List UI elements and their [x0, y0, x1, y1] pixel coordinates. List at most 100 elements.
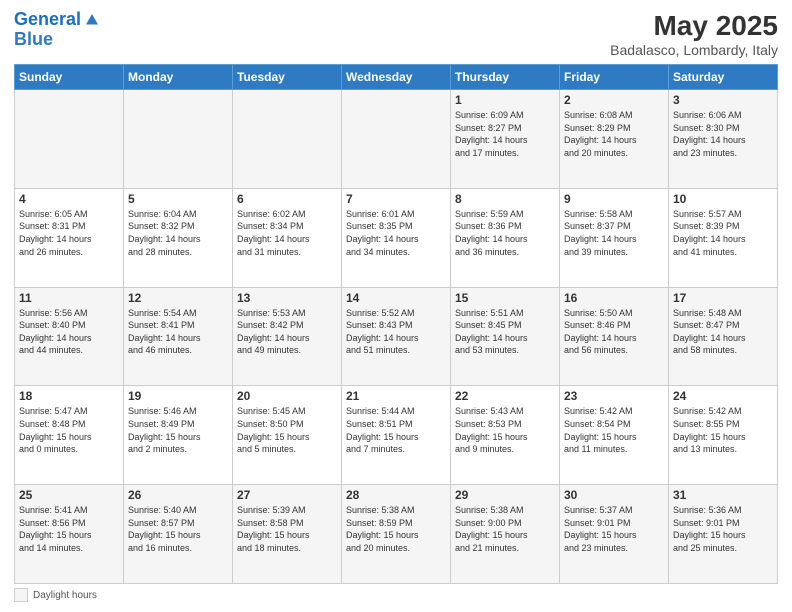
- day-cell-11: 11Sunrise: 5:56 AM Sunset: 8:40 PM Dayli…: [15, 287, 124, 386]
- day-number: 25: [19, 488, 119, 502]
- weekday-header-saturday: Saturday: [669, 65, 778, 90]
- week-row-5: 25 Sunrise: 5:41 AM Sunset: 8:56 PM Dayli…: [15, 485, 778, 584]
- day-info: Sunrise: 5:59 AM Sunset: 8:36 PM Dayligh…: [455, 208, 555, 258]
- day-number: 23: [564, 389, 664, 403]
- day-info: Sunrise: 5:36 AM Sunset: 9:01 PM Dayligh…: [673, 504, 773, 554]
- day-cell-14: 14Sunrise: 5:52 AM Sunset: 8:43 PM Dayli…: [342, 287, 451, 386]
- day-cell-22: 22Sunrise: 5:43 AM Sunset: 8:53 PM Dayli…: [451, 386, 560, 485]
- title-block: May 2025 Badalasco, Lombardy, Italy: [610, 10, 778, 58]
- day-cell-16: 16Sunrise: 5:50 AM Sunset: 8:46 PM Dayli…: [560, 287, 669, 386]
- day-cell-17: 17 Sunrise: 5:48 AM Sunset: 8:47 PM Dayli…: [669, 287, 778, 386]
- header: General Blue May 2025 Badalasco, Lombard…: [14, 10, 778, 58]
- legend: Daylight hours: [14, 588, 778, 602]
- month-title: May 2025: [610, 10, 778, 42]
- day-number: 27: [237, 488, 337, 502]
- day-number: 22: [455, 389, 555, 403]
- day-number: 19: [128, 389, 228, 403]
- weekday-header-wednesday: Wednesday: [342, 65, 451, 90]
- week-row-3: 11Sunrise: 5:56 AM Sunset: 8:40 PM Dayli…: [15, 287, 778, 386]
- day-info: Sunrise: 5:54 AM Sunset: 8:41 PM Dayligh…: [128, 307, 228, 357]
- weekday-header-tuesday: Tuesday: [233, 65, 342, 90]
- day-cell-5: 5 Sunrise: 6:04 AM Sunset: 8:32 PM Daylig…: [124, 188, 233, 287]
- day-cell-15: 15Sunrise: 5:51 AM Sunset: 8:45 PM Dayli…: [451, 287, 560, 386]
- day-info: Sunrise: 5:53 AM Sunset: 8:42 PM Dayligh…: [237, 307, 337, 357]
- day-number: 4: [19, 192, 119, 206]
- day-info: Sunrise: 5:42 AM Sunset: 8:54 PM Dayligh…: [564, 405, 664, 455]
- day-info: Sunrise: 6:02 AM Sunset: 8:34 PM Dayligh…: [237, 208, 337, 258]
- day-cell-26: 26 Sunrise: 5:40 AM Sunset: 8:57 PM Dayli…: [124, 485, 233, 584]
- week-row-4: 18Sunrise: 5:47 AM Sunset: 8:48 PM Dayli…: [15, 386, 778, 485]
- day-number: 26: [128, 488, 228, 502]
- day-number: 13: [237, 291, 337, 305]
- day-info: Sunrise: 5:45 AM Sunset: 8:50 PM Dayligh…: [237, 405, 337, 455]
- day-info: Sunrise: 6:04 AM Sunset: 8:32 PM Dayligh…: [128, 208, 228, 258]
- day-number: 31: [673, 488, 773, 502]
- day-number: 2: [564, 93, 664, 107]
- week-row-1: 1 Sunrise: 6:09 AM Sunset: 8:27 PM Daylig…: [15, 90, 778, 189]
- day-info: Sunrise: 5:58 AM Sunset: 8:37 PM Dayligh…: [564, 208, 664, 258]
- day-cell-24: 24Sunrise: 5:42 AM Sunset: 8:55 PM Dayli…: [669, 386, 778, 485]
- weekday-header-sunday: Sunday: [15, 65, 124, 90]
- day-number: 9: [564, 192, 664, 206]
- day-info: Sunrise: 5:46 AM Sunset: 8:49 PM Dayligh…: [128, 405, 228, 455]
- day-number: 12: [128, 291, 228, 305]
- weekday-header-thursday: Thursday: [451, 65, 560, 90]
- day-number: 16: [564, 291, 664, 305]
- day-number: 29: [455, 488, 555, 502]
- day-cell-6: 6Sunrise: 6:02 AM Sunset: 8:34 PM Daylig…: [233, 188, 342, 287]
- day-info: Sunrise: 5:42 AM Sunset: 8:55 PM Dayligh…: [673, 405, 773, 455]
- legend-box: [14, 588, 28, 602]
- day-info: Sunrise: 5:40 AM Sunset: 8:57 PM Dayligh…: [128, 504, 228, 554]
- day-cell-19: 19 Sunrise: 5:46 AM Sunset: 8:49 PM Dayli…: [124, 386, 233, 485]
- day-number: 1: [455, 93, 555, 107]
- day-info: Sunrise: 5:41 AM Sunset: 8:56 PM Dayligh…: [19, 504, 119, 554]
- day-number: 7: [346, 192, 446, 206]
- day-cell-empty: [233, 90, 342, 189]
- day-number: 10: [673, 192, 773, 206]
- weekday-header-row: SundayMondayTuesdayWednesdayThursdayFrid…: [15, 65, 778, 90]
- day-cell-7: 7Sunrise: 6:01 AM Sunset: 8:35 PM Daylig…: [342, 188, 451, 287]
- day-cell-1: 1 Sunrise: 6:09 AM Sunset: 8:27 PM Daylig…: [451, 90, 560, 189]
- day-cell-empty: [124, 90, 233, 189]
- day-info: Sunrise: 5:57 AM Sunset: 8:39 PM Dayligh…: [673, 208, 773, 258]
- day-info: Sunrise: 5:38 AM Sunset: 8:59 PM Dayligh…: [346, 504, 446, 554]
- day-number: 17: [673, 291, 773, 305]
- day-cell-4: 4 Sunrise: 6:05 AM Sunset: 8:31 PM Daylig…: [15, 188, 124, 287]
- logo-blue-text: Blue: [14, 30, 101, 50]
- day-cell-empty: [342, 90, 451, 189]
- day-cell-10: 10 Sunrise: 5:57 AM Sunset: 8:39 PM Dayli…: [669, 188, 778, 287]
- legend-label: Daylight hours: [33, 590, 97, 601]
- day-info: Sunrise: 5:37 AM Sunset: 9:01 PM Dayligh…: [564, 504, 664, 554]
- day-cell-20: 20 Sunrise: 5:45 AM Sunset: 8:50 PM Dayli…: [233, 386, 342, 485]
- logo-text: General: [14, 10, 81, 30]
- day-info: Sunrise: 6:06 AM Sunset: 8:30 PM Dayligh…: [673, 109, 773, 159]
- day-info: Sunrise: 5:48 AM Sunset: 8:47 PM Dayligh…: [673, 307, 773, 357]
- day-cell-18: 18Sunrise: 5:47 AM Sunset: 8:48 PM Dayli…: [15, 386, 124, 485]
- day-number: 3: [673, 93, 773, 107]
- day-info: Sunrise: 6:05 AM Sunset: 8:31 PM Dayligh…: [19, 208, 119, 258]
- day-cell-13: 13 Sunrise: 5:53 AM Sunset: 8:42 PM Dayli…: [233, 287, 342, 386]
- day-cell-31: 31 Sunrise: 5:36 AM Sunset: 9:01 PM Dayli…: [669, 485, 778, 584]
- day-number: 14: [346, 291, 446, 305]
- day-info: Sunrise: 5:47 AM Sunset: 8:48 PM Dayligh…: [19, 405, 119, 455]
- day-info: Sunrise: 5:51 AM Sunset: 8:45 PM Dayligh…: [455, 307, 555, 357]
- page-container: General Blue May 2025 Badalasco, Lombard…: [0, 0, 792, 612]
- calendar-table: SundayMondayTuesdayWednesdayThursdayFrid…: [14, 64, 778, 584]
- day-number: 8: [455, 192, 555, 206]
- logo-icon: [83, 11, 101, 29]
- day-info: Sunrise: 5:56 AM Sunset: 8:40 PM Dayligh…: [19, 307, 119, 357]
- day-cell-12: 12 Sunrise: 5:54 AM Sunset: 8:41 PM Dayli…: [124, 287, 233, 386]
- day-cell-9: 9 Sunrise: 5:58 AM Sunset: 8:37 PM Daylig…: [560, 188, 669, 287]
- weekday-header-friday: Friday: [560, 65, 669, 90]
- day-number: 21: [346, 389, 446, 403]
- day-cell-29: 29Sunrise: 5:38 AM Sunset: 9:00 PM Dayli…: [451, 485, 560, 584]
- day-info: Sunrise: 6:08 AM Sunset: 8:29 PM Dayligh…: [564, 109, 664, 159]
- day-cell-3: 3 Sunrise: 6:06 AM Sunset: 8:30 PM Daylig…: [669, 90, 778, 189]
- day-info: Sunrise: 5:44 AM Sunset: 8:51 PM Dayligh…: [346, 405, 446, 455]
- weekday-header-monday: Monday: [124, 65, 233, 90]
- day-cell-8: 8 Sunrise: 5:59 AM Sunset: 8:36 PM Daylig…: [451, 188, 560, 287]
- day-number: 20: [237, 389, 337, 403]
- day-number: 5: [128, 192, 228, 206]
- day-info: Sunrise: 6:09 AM Sunset: 8:27 PM Dayligh…: [455, 109, 555, 159]
- day-cell-empty: [15, 90, 124, 189]
